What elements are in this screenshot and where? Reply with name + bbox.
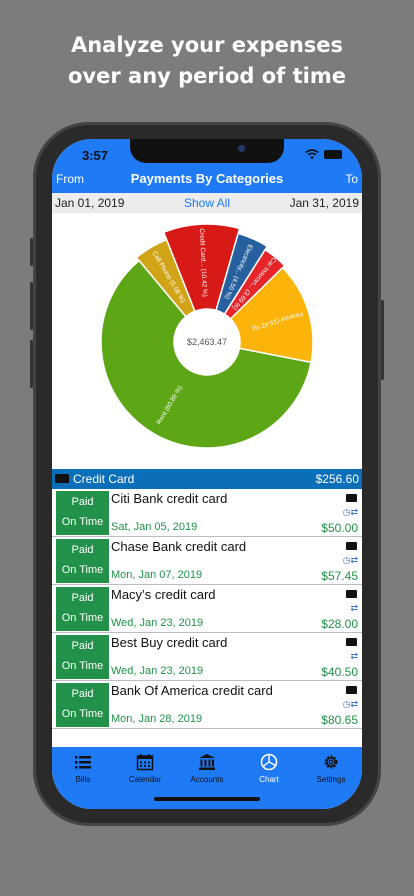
date-range-bar: Jan 01, 2019 Show All Jan 31, 2019: [52, 193, 362, 213]
bill-amount: $28.00: [321, 617, 358, 631]
nav-bar: From Payments By Categories To: [52, 169, 362, 193]
phone-volume-down: [30, 340, 33, 388]
on-time-label: On Time: [61, 612, 104, 624]
bill-row[interactable]: Paid On Time Macy’s credit card ⇄ Wed, J…: [52, 585, 362, 633]
paid-label: Paid: [71, 592, 94, 604]
tab-bills[interactable]: Bills: [52, 753, 114, 784]
tab-settings[interactable]: Settings: [300, 753, 362, 784]
calendar-icon: [136, 754, 154, 771]
paid-status-badge: Paid On Time: [56, 635, 109, 679]
phone-volume-up: [30, 282, 33, 330]
credit-card-icon: [346, 638, 357, 646]
credit-card-icon: [346, 686, 357, 694]
bill-amount: $80.65: [321, 713, 358, 727]
page-title: Payments By Categories: [130, 171, 284, 186]
bill-name: Chase Bank credit card: [111, 539, 247, 554]
tab-calendar[interactable]: Calendar: [114, 753, 176, 784]
bill-date: Wed, Jan 23, 2019: [111, 617, 204, 629]
bill-date: Wed, Jan 23, 2019: [111, 665, 204, 677]
on-time-label: On Time: [61, 516, 104, 528]
tab-label: Bills: [75, 775, 91, 784]
bill-date: Mon, Jan 28, 2019: [111, 713, 203, 725]
headline-line-2: over any period of time: [68, 64, 346, 88]
end-date[interactable]: Jan 31, 2019: [290, 196, 359, 210]
home-indicator: [154, 797, 260, 801]
category-header[interactable]: Credit Card $256.60: [52, 469, 362, 489]
battery-icon: [324, 149, 342, 159]
tab-accounts[interactable]: Accounts: [176, 753, 238, 784]
camera-dot: [238, 145, 245, 152]
tab-label: Calendar: [128, 775, 162, 784]
autopay-repeat-icon: ◷⇄: [342, 699, 358, 709]
bill-amount: $57.45: [321, 569, 358, 583]
to-button[interactable]: To: [345, 172, 358, 186]
status-bar: 3:57: [52, 139, 362, 169]
status-time: 3:57: [82, 148, 109, 163]
list-icon: [75, 756, 91, 769]
app-screen: 3:57 From Payments By Categories To Jan …: [52, 139, 362, 809]
pie-chart-svg[interactable]: Rent (60.89 %)Cell Phone (5.08 %) Credit …: [52, 213, 362, 469]
bill-row[interactable]: Paid On Time Chase Bank credit card ◷⇄ M…: [52, 537, 362, 585]
tab-label: Chart: [259, 775, 279, 784]
bill-amount: $40.50: [321, 665, 358, 679]
phone-side-button: [30, 238, 33, 266]
paid-label: Paid: [71, 640, 94, 652]
tab-label: Settings: [316, 775, 346, 784]
pie-chart-icon: [260, 753, 278, 771]
tab-label: Accounts: [190, 775, 224, 784]
credit-card-icon: [346, 494, 357, 502]
bill-row[interactable]: Paid On Time Bank Of America credit card…: [52, 681, 362, 729]
gear-icon: [324, 755, 338, 769]
pie-center-total: $2,463.47: [187, 337, 227, 347]
repeat-icon: ⇄: [350, 603, 358, 613]
paid-label: Paid: [71, 496, 94, 508]
credit-card-icon: [346, 590, 357, 598]
bill-name: Macy’s credit card: [111, 587, 216, 602]
headline-line-1: Analyze your expenses: [70, 33, 344, 57]
on-time-label: On Time: [61, 660, 104, 672]
bill-name: Bank Of America credit card: [111, 683, 273, 698]
phone-power-button: [381, 300, 384, 380]
bill-name: Citi Bank credit card: [111, 491, 228, 506]
paid-status-badge: Paid On Time: [56, 587, 109, 631]
bill-row[interactable]: Paid On Time Best Buy credit card ⇄ Wed,…: [52, 633, 362, 681]
bill-date: Mon, Jan 07, 2019: [111, 569, 203, 581]
wifi-icon: [305, 149, 319, 159]
status-icons: [305, 149, 342, 159]
credit-card-icon: [346, 542, 357, 550]
paid-status-badge: Paid On Time: [56, 491, 109, 535]
autopay-repeat-icon: ◷⇄: [342, 507, 358, 517]
on-time-label: On Time: [61, 564, 104, 576]
promo-headline: Analyze your expenses over any period of…: [0, 30, 414, 92]
autopay-repeat-icon: ◷⇄: [342, 555, 358, 565]
on-time-label: On Time: [61, 708, 104, 720]
bill-row[interactable]: Paid On Time Citi Bank credit card ◷⇄ Sa…: [52, 489, 362, 537]
paid-status-badge: Paid On Time: [56, 539, 109, 583]
credit-card-icon: [55, 474, 69, 483]
category-name: Credit Card: [73, 472, 135, 486]
bill-name: Best Buy credit card: [111, 635, 228, 650]
tab-chart[interactable]: Chart: [238, 753, 300, 784]
bill-date: Sat, Jan 05, 2019: [111, 521, 198, 533]
paid-label: Paid: [71, 544, 94, 556]
tab-bar: Bills Calendar Accounts Chart Settings: [52, 747, 362, 809]
repeat-icon: ⇄: [350, 651, 358, 661]
paid-status-badge: Paid On Time: [56, 683, 109, 727]
bill-amount: $50.00: [321, 521, 358, 535]
device-notch: [130, 139, 284, 163]
bank-icon: [199, 754, 215, 770]
category-total: $256.60: [315, 472, 359, 486]
category-pie-chart[interactable]: Rent (60.89 %) Cell Phone (5.08 %) Credit …: [52, 213, 362, 469]
paid-label: Paid: [71, 688, 94, 700]
